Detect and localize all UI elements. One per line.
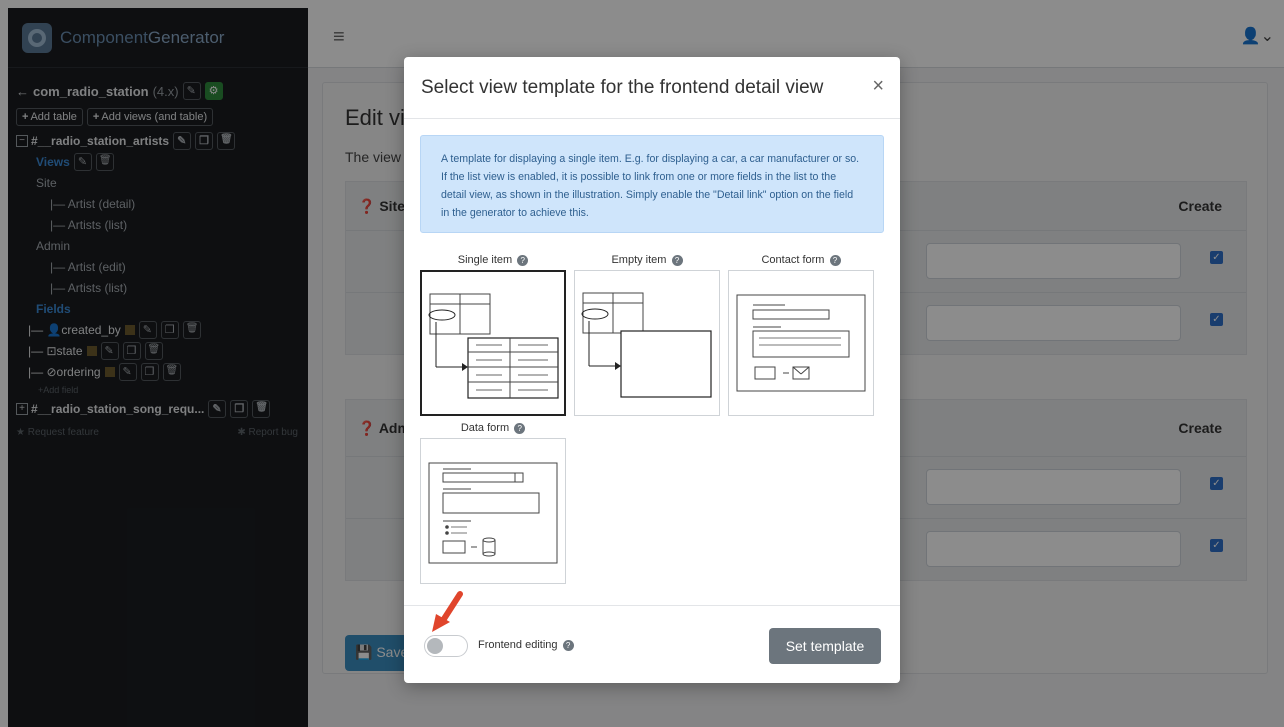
frontend-editing-label: Frontend editing ? [478,639,574,651]
template-modal: Select view template for the frontend de… [404,57,900,683]
annotation-arrow-icon [432,591,463,632]
template-description: A template for displaying a single item.… [420,135,884,233]
template-label: Single item ? [420,254,566,266]
data-form-illustration [428,462,558,564]
modal-footer: Frontend editing ? Set template [404,605,900,683]
help-icon[interactable]: ? [517,254,529,266]
template-option-data-form[interactable] [420,438,566,584]
template-option-empty-item[interactable] [574,270,720,416]
empty-item-illustration [581,292,712,398]
template-option-single-item[interactable] [420,270,566,416]
help-icon[interactable]: ? [562,639,574,651]
template-label: Contact form ? [728,254,874,266]
template-label: Empty item ? [574,254,720,266]
template-option-contact-form[interactable] [728,270,874,416]
template-label: Data form ? [420,422,566,434]
single-item-illustration [428,293,559,399]
help-icon[interactable]: ? [671,254,683,266]
help-icon[interactable]: ? [829,254,841,266]
modal-header: Select view template for the frontend de… [404,57,900,119]
close-icon[interactable]: × [872,75,884,98]
modal-title: Select view template for the frontend de… [421,77,824,98]
help-icon[interactable]: ? [514,422,526,434]
contact-form-illustration [736,294,866,392]
frontend-editing-toggle[interactable] [424,635,468,657]
set-template-button[interactable]: Set template [769,628,881,664]
